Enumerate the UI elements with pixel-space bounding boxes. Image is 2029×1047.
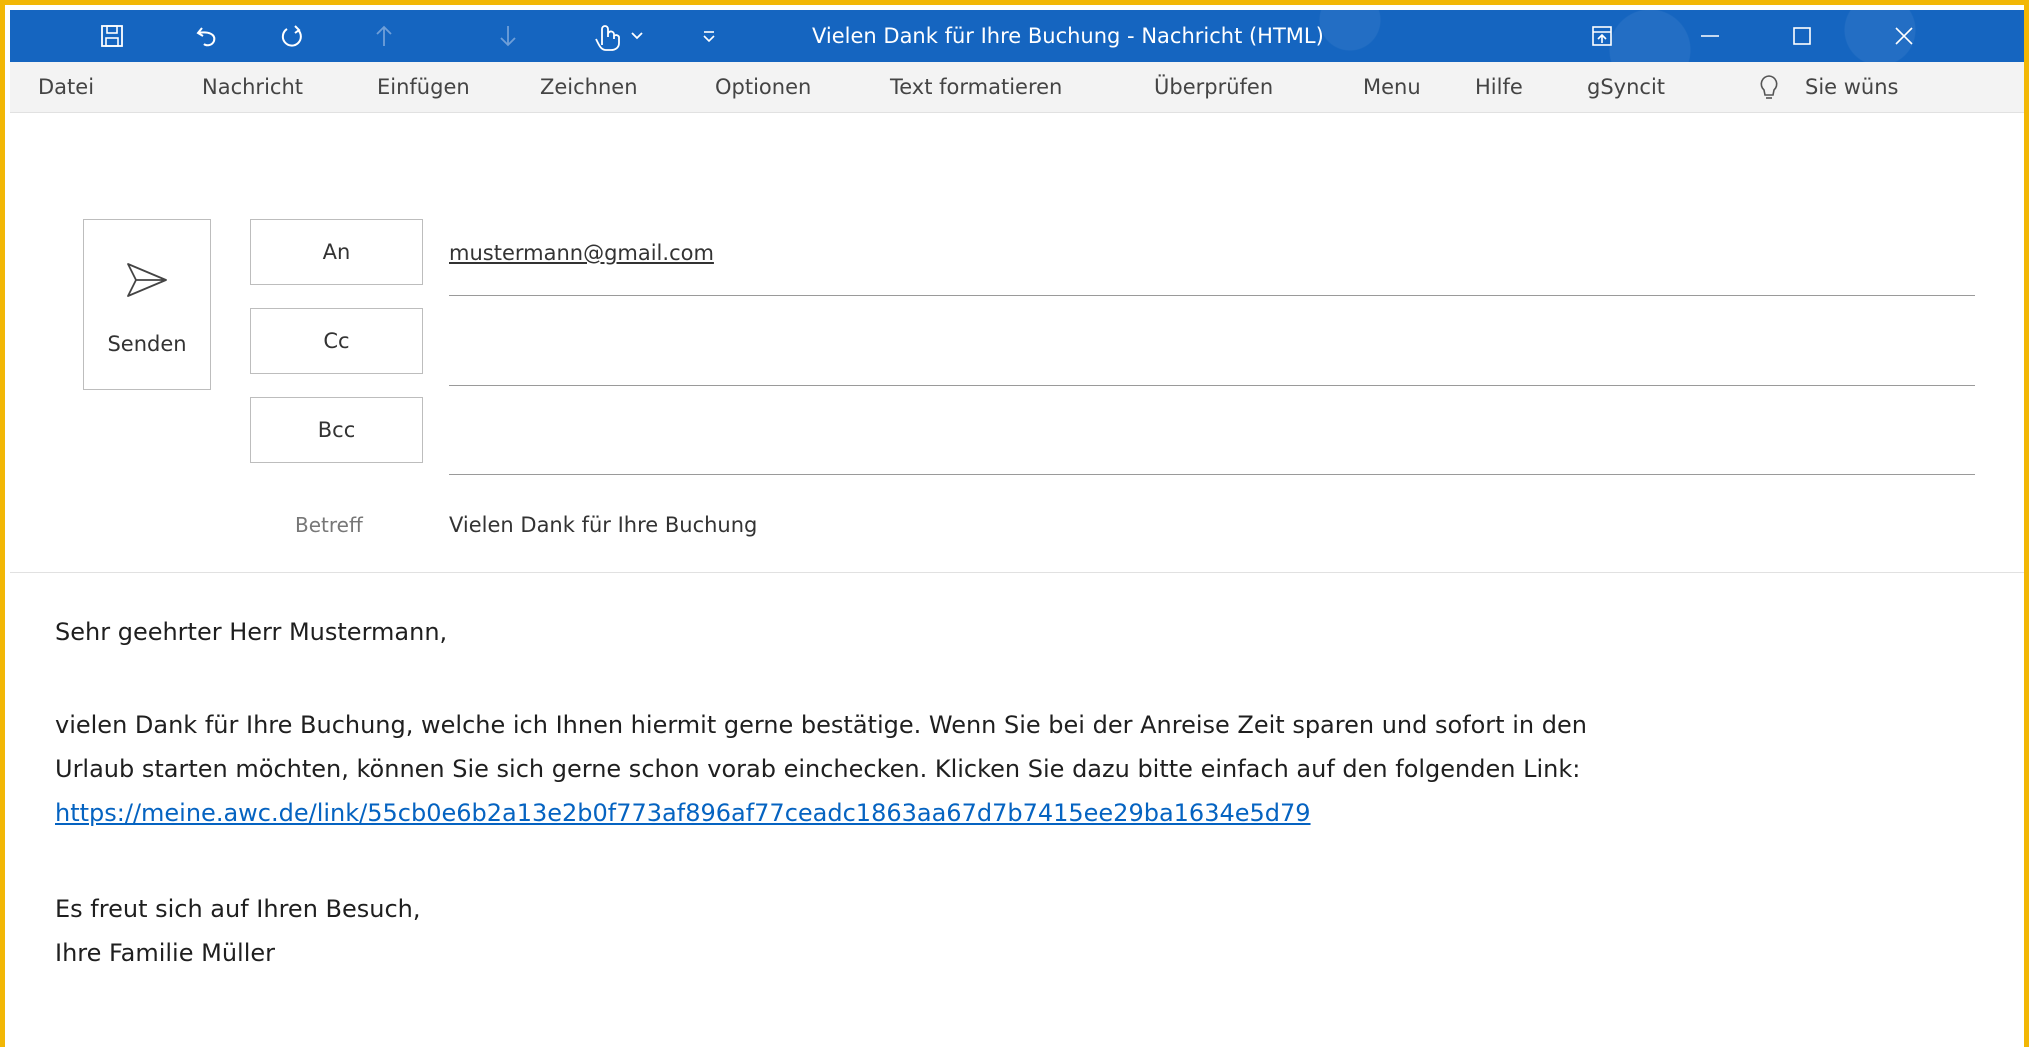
body-greeting: Sehr geehrter Herr Mustermann, — [55, 618, 448, 646]
header-separator — [10, 572, 2024, 573]
title-bar: Vielen Dank für Ihre Buchung - Nachricht… — [10, 10, 2024, 62]
maximize-icon[interactable] — [1782, 10, 1822, 62]
tab-datei[interactable]: Datei — [38, 62, 94, 112]
tab-menu[interactable]: Menu — [1363, 62, 1421, 112]
bcc-field-underline — [449, 474, 1975, 475]
window-frame: Vielen Dank für Ihre Buchung - Nachricht… — [0, 0, 2029, 1047]
tab-gsyncit[interactable]: gSyncit — [1587, 62, 1665, 112]
menu-bar: Datei Nachricht Einfügen Zeichnen Option… — [10, 62, 2024, 113]
close-icon[interactable] — [1884, 10, 1924, 62]
send-label: Senden — [107, 332, 187, 356]
subject-label: Betreff — [295, 513, 363, 537]
body-signature: Ihre Familie Müller — [55, 939, 275, 967]
undo-icon[interactable] — [187, 10, 227, 62]
tab-einfuegen[interactable]: Einfügen — [377, 62, 470, 112]
subject-field[interactable]: Vielen Dank für Ihre Buchung — [449, 513, 757, 537]
save-icon[interactable] — [92, 10, 132, 62]
tab-optionen[interactable]: Optionen — [715, 62, 811, 112]
tell-me-input[interactable]: Sie wüns — [1805, 62, 1899, 112]
bcc-button[interactable]: Bcc — [250, 397, 423, 463]
body-closing: Es freut sich auf Ihren Besuch, — [55, 895, 421, 923]
send-icon — [127, 263, 167, 297]
down-arrow-icon — [490, 10, 526, 62]
tab-zeichnen[interactable]: Zeichnen — [540, 62, 638, 112]
window-title: Vielen Dank für Ihre Buchung - Nachricht… — [812, 24, 1324, 48]
redo-icon[interactable] — [272, 10, 312, 62]
body-line-2: Urlaub starten möchten, können Sie sich … — [55, 755, 1581, 783]
to-button[interactable]: An — [250, 219, 423, 285]
to-field-underline — [449, 295, 1975, 296]
to-field[interactable]: mustermann@gmail.com — [449, 241, 714, 265]
touch-mode-icon[interactable] — [590, 10, 654, 62]
cc-field-underline — [449, 385, 1975, 386]
body-line-1: vielen Dank für Ihre Buchung, welche ich… — [55, 711, 1587, 739]
send-button[interactable]: Senden — [83, 219, 211, 390]
customize-qat-icon[interactable] — [694, 10, 724, 62]
tab-ueberpruefen[interactable]: Überprüfen — [1154, 62, 1273, 112]
tab-nachricht[interactable]: Nachricht — [202, 62, 303, 112]
tab-hilfe[interactable]: Hilfe — [1475, 62, 1523, 112]
up-arrow-icon — [366, 10, 402, 62]
ribbon-display-icon[interactable] — [1582, 10, 1622, 62]
cc-button[interactable]: Cc — [250, 308, 423, 374]
checkin-link[interactable]: https://meine.awc.de/link/55cb0e6b2a13e2… — [55, 799, 1955, 827]
lightbulb-icon[interactable] — [1757, 62, 1787, 112]
minimize-icon[interactable] — [1690, 10, 1730, 62]
tab-text-formatieren[interactable]: Text formatieren — [890, 62, 1062, 112]
